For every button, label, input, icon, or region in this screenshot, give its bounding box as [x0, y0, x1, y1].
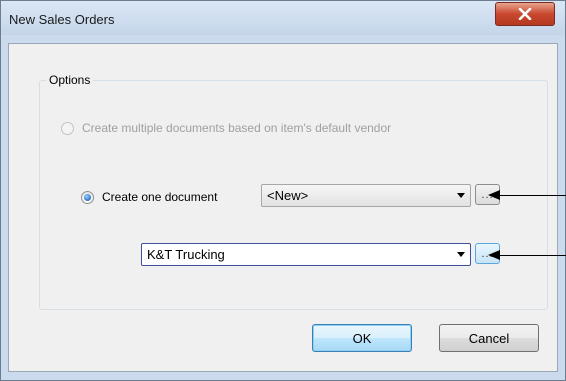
chevron-down-icon: [457, 252, 465, 257]
cancel-button[interactable]: Cancel: [439, 324, 539, 352]
close-icon: [518, 8, 532, 20]
radio-multiple-label: Create multiple documents based on item'…: [82, 121, 392, 135]
customer-combo[interactable]: K&T Trucking: [141, 243, 471, 266]
window-title: New Sales Orders: [9, 12, 115, 27]
radio-multiple-documents[interactable]: Create multiple documents based on item'…: [61, 121, 391, 135]
dialog-client-area: Options Create multiple documents based …: [8, 43, 558, 372]
dialog-window: New Sales Orders Options Create multiple…: [0, 0, 566, 381]
customer-combo-value: K&T Trucking: [147, 247, 225, 262]
ok-button[interactable]: OK: [312, 324, 412, 352]
document-combo-value: <New>: [267, 188, 309, 203]
radio-one-document[interactable]: Create one document: [81, 190, 217, 204]
close-button[interactable]: [495, 2, 555, 26]
callout-line: [498, 195, 566, 196]
document-combo[interactable]: <New>: [261, 184, 471, 207]
options-group-label: Options: [46, 73, 94, 87]
title-bar[interactable]: New Sales Orders: [1, 1, 565, 35]
callout-line: [498, 255, 566, 256]
chevron-down-icon: [457, 193, 465, 198]
radio-multiple-indicator: [61, 121, 74, 135]
radio-one-indicator: [81, 190, 94, 204]
radio-one-label: Create one document: [102, 190, 218, 204]
